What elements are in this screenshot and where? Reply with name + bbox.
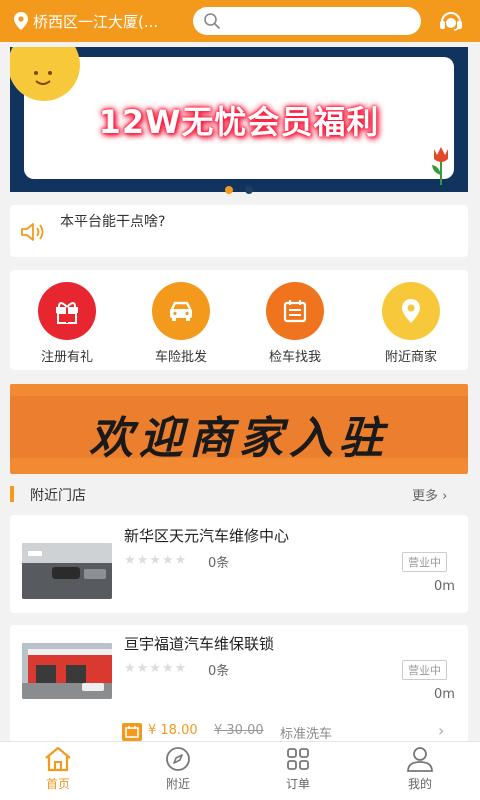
location-text[interactable]: 桥西区一江大厦(... (33, 11, 158, 32)
compass-icon (166, 747, 190, 771)
quick-label: 检车找我 (268, 350, 321, 365)
carousel-dot[interactable] (245, 186, 253, 194)
promo-service-name: 标准洗车 (280, 727, 333, 742)
location-pin-icon (382, 282, 440, 340)
distance: 0m (434, 579, 455, 594)
tab-home[interactable]: 首页 (28, 746, 88, 792)
promo-banner[interactable]: 12W无忧会员福利 (10, 47, 468, 192)
carousel-dot-active[interactable] (225, 186, 233, 194)
car-icon (152, 282, 210, 340)
rating-stars: ★★★★★ (124, 661, 188, 676)
customer-service-icon[interactable] (438, 9, 464, 35)
status-badge: 营业中 (402, 660, 447, 680)
more-link[interactable]: 更多 › (412, 485, 447, 504)
tab-orders[interactable]: 订单 (268, 746, 328, 792)
quick-car-insurance[interactable]: 车险批发 (136, 282, 226, 365)
review-count: 0条 (208, 556, 230, 571)
user-icon (407, 747, 433, 772)
promo-original-price: ¥ 30.00 (214, 723, 264, 738)
grid-icon (287, 748, 309, 770)
tab-label: 附近 (165, 777, 190, 791)
tab-label: 首页 (45, 777, 70, 791)
rating-stars: ★★★★★ (124, 553, 188, 568)
wash-service-icon (122, 723, 142, 741)
location-pin-icon[interactable] (14, 12, 28, 30)
quick-nearby-merchants[interactable]: 附近商家 (366, 282, 456, 365)
home-icon (45, 746, 71, 772)
quick-label: 注册有礼 (40, 350, 93, 365)
sun-face-icon (10, 47, 80, 101)
merchant-join-banner[interactable]: 欢迎商家入驻 (10, 384, 468, 474)
calendar-icon (266, 282, 324, 340)
promo-price: ¥ 18.00 (148, 723, 198, 738)
banner-headline: 12W无忧会员福利 (98, 103, 380, 141)
tulip-icon (432, 147, 448, 185)
section-accent (10, 486, 14, 502)
store-photo (22, 643, 112, 699)
chevron-right-icon[interactable]: › (438, 721, 444, 740)
distance: 0m (434, 687, 455, 702)
notice-bar[interactable]: 本平台能干点啥? (10, 205, 468, 257)
quick-label: 车险批发 (154, 350, 207, 365)
status-badge: 营业中 (402, 552, 447, 572)
merchant-banner-text: 欢迎商家入驻 (89, 413, 389, 464)
top-bar: 桥西区一江大厦(... (0, 0, 480, 42)
store-card[interactable]: 亘宇福道汽车维保联锁 ★★★★★ 0条 营业中 0m ¥ 18.00 ¥ 30.… (10, 625, 468, 743)
store-card[interactable]: 新华区天元汽车维修中心 ★★★★★ 0条 营业中 0m (10, 515, 468, 613)
store-name: 亘宇福道汽车维保联锁 (124, 635, 275, 653)
tab-label: 订单 (285, 777, 310, 791)
store-photo (22, 543, 112, 599)
tab-mine[interactable]: 我的 (390, 746, 450, 792)
quick-actions: 注册有礼 车险批发 检车找我 附近商家 (10, 270, 468, 370)
quick-label: 附近商家 (384, 350, 437, 365)
nearby-section-header: 附近门店 更多 › (10, 483, 468, 507)
quick-register-gift[interactable]: 注册有礼 (22, 282, 112, 365)
search-input[interactable] (193, 7, 421, 35)
section-title: 附近门店 (30, 488, 86, 504)
search-icon (204, 13, 220, 29)
review-count: 0条 (208, 664, 230, 679)
speaker-icon (21, 223, 44, 241)
bottom-tab-bar: 首页 附近 订单 我的 (0, 741, 480, 800)
tab-nearby[interactable]: 附近 (148, 746, 208, 792)
tab-label: 我的 (407, 777, 432, 791)
quick-vehicle-inspection[interactable]: 检车找我 (250, 282, 340, 365)
store-name: 新华区天元汽车维修中心 (124, 527, 290, 545)
gift-icon (38, 282, 96, 340)
notice-text: 本平台能干点啥? (60, 214, 166, 230)
